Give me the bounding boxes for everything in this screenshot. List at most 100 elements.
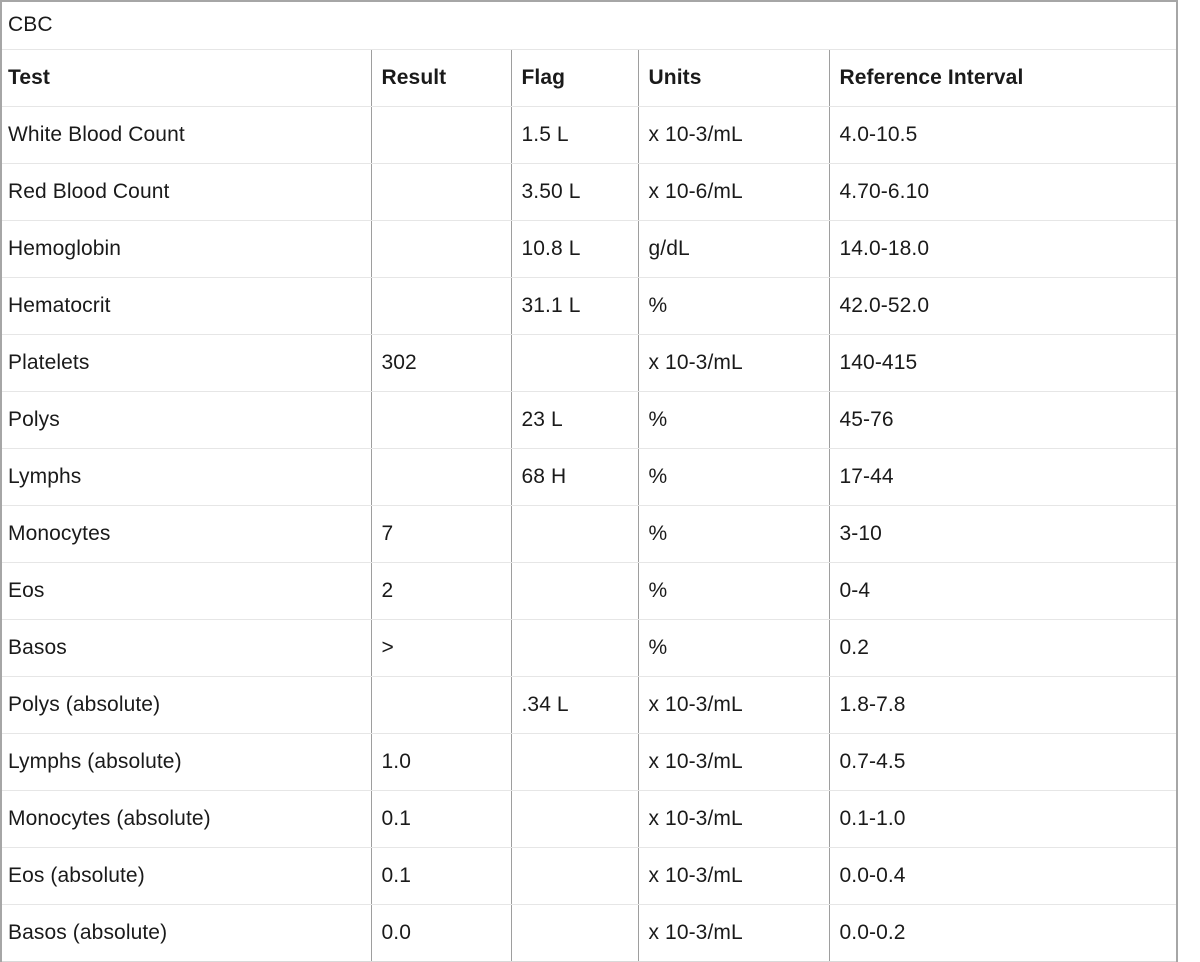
cell-test: Eos (absolute) [1,847,372,905]
cell-flag: 31.1 L [511,277,639,335]
table-row: Monocytes 7% 3-10 [1,505,1178,563]
cell-result: 0.0 [371,904,512,962]
cell-ref: 4.0-10.5 [829,106,1178,164]
table-row: Hemoglobin 10.8 Lg/dL 14.0-18.0 [1,220,1178,278]
cell-test: Basos [1,619,372,677]
cell-result: 7 [371,505,512,563]
table-row: Basos (absolute) 0.0 x 10-3/mL 0.0-0.2 [1,904,1178,962]
cell-result: 1.0 [371,733,512,791]
cell-ref: 17-44 [829,448,1178,506]
cell-units: % [638,619,830,677]
cell-flag [511,334,639,392]
table-row: Monocytes (absolute) 0.1 x 10-3/mL 0.1-1.0 [1,790,1178,848]
cell-test: Monocytes [1,505,372,563]
table-row: Lymphs 68 H% 17-44 [1,448,1178,506]
cell-flag: 3.50 L [511,163,639,221]
cell-test: Monocytes (absolute) [1,790,372,848]
cbc-table-body: CBC Test Result Flag Units Reference Int… [1,1,1178,962]
cell-ref: 140-415 [829,334,1178,392]
cell-ref: 0.7-4.5 [829,733,1178,791]
cell-units: x 10-3/mL [638,847,830,905]
cell-result: 2 [371,562,512,620]
cell-ref: 4.70-6.10 [829,163,1178,221]
cell-flag: 23 L [511,391,639,449]
cbc-results-table: CBC Test Result Flag Units Reference Int… [0,0,1179,962]
cell-units: % [638,391,830,449]
cell-flag: 1.5 L [511,106,639,164]
cell-test: White Blood Count [1,106,372,164]
cell-units: % [638,277,830,335]
cell-test: Eos [1,562,372,620]
cell-flag [511,790,639,848]
table-row: Polys (absolute) .34 Lx 10-3/mL 1.8-7.8 [1,676,1178,734]
cell-result [371,277,512,335]
cell-test: Lymphs [1,448,372,506]
cell-ref: 45-76 [829,391,1178,449]
cell-units: x 10-3/mL [638,334,830,392]
table-row: Platelets 302 x 10-3/mL 140-415 [1,334,1178,392]
cell-result: 0.1 [371,847,512,905]
cell-units: x 10-3/mL [638,676,830,734]
cell-test: Lymphs (absolute) [1,733,372,791]
table-row: Hematocrit 31.1 L% 42.0-52.0 [1,277,1178,335]
cell-result: > [371,619,512,677]
panel-title-row: CBC [1,1,1178,50]
cell-result [371,448,512,506]
cell-ref: 0-4 [829,562,1178,620]
cell-ref: 42.0-52.0 [829,277,1178,335]
cell-result: 0.1 [371,790,512,848]
cell-test: Basos (absolute) [1,904,372,962]
cell-result [371,163,512,221]
cell-units: g/dL [638,220,830,278]
cell-result [371,676,512,734]
cell-units: % [638,562,830,620]
table-row: Eos (absolute) 0.1 x 10-3/mL 0.0-0.4 [1,847,1178,905]
lab-report-panel: CBC Test Result Flag Units Reference Int… [0,0,1179,962]
table-row: Lymphs (absolute) 1.0 x 10-3/mL 0.7-4.5 [1,733,1178,791]
cell-flag [511,904,639,962]
column-header-flag: Flag [511,49,639,107]
panel-title: CBC [1,1,1178,50]
cell-units: x 10-3/mL [638,733,830,791]
cell-units: % [638,448,830,506]
cell-result: 302 [371,334,512,392]
cell-result [371,106,512,164]
table-header-row: Test Result Flag Units Reference Interva… [1,49,1178,107]
cell-ref: 14.0-18.0 [829,220,1178,278]
table-row: White Blood Count 1.5 Lx 10-3/mL 4.0-10.5 [1,106,1178,164]
cell-units: x 10-3/mL [638,904,830,962]
cell-result [371,391,512,449]
cell-test: Hematocrit [1,277,372,335]
cell-ref: 0.0-0.4 [829,847,1178,905]
column-header-units: Units [638,49,830,107]
cell-test: Platelets [1,334,372,392]
column-header-test: Test [1,49,372,107]
cell-flag [511,619,639,677]
cell-test: Hemoglobin [1,220,372,278]
table-row: Basos >% 0.2 [1,619,1178,677]
cell-flag [511,733,639,791]
table-row: Eos 2% 0-4 [1,562,1178,620]
cell-flag: .34 L [511,676,639,734]
cell-test: Polys [1,391,372,449]
cell-ref: 3-10 [829,505,1178,563]
table-row: Red Blood Count 3.50 Lx 10-6/mL 4.70-6.10 [1,163,1178,221]
cell-flag: 68 H [511,448,639,506]
table-row: Polys 23 L% 45-76 [1,391,1178,449]
cell-ref: 1.8-7.8 [829,676,1178,734]
cell-units: x 10-3/mL [638,790,830,848]
cell-flag [511,847,639,905]
cell-units: x 10-3/mL [638,106,830,164]
cell-ref: 0.0-0.2 [829,904,1178,962]
cell-test: Red Blood Count [1,163,372,221]
cell-units: % [638,505,830,563]
cell-flag [511,562,639,620]
column-header-result: Result [371,49,512,107]
cell-units: x 10-6/mL [638,163,830,221]
cell-test: Polys (absolute) [1,676,372,734]
cell-result [371,220,512,278]
cell-ref: 0.1-1.0 [829,790,1178,848]
cell-flag: 10.8 L [511,220,639,278]
cell-flag [511,505,639,563]
cell-ref: 0.2 [829,619,1178,677]
